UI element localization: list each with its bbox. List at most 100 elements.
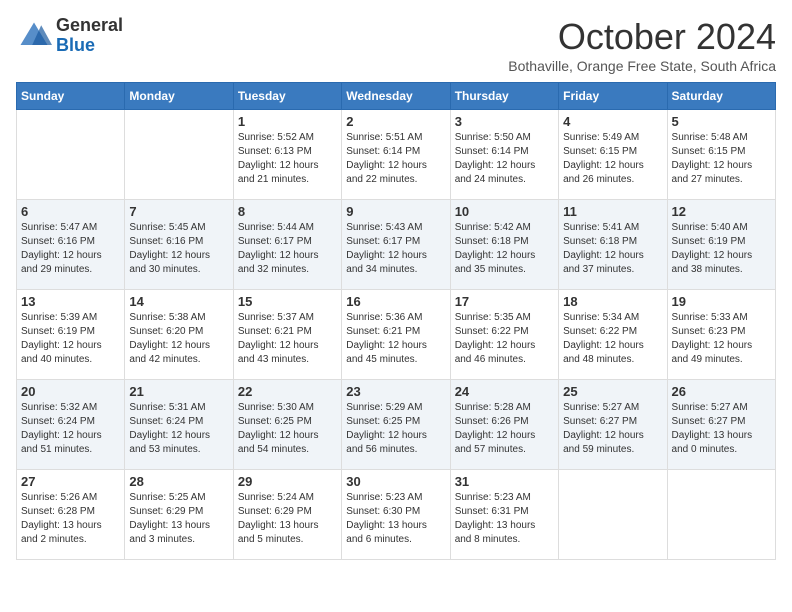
day-info: Sunrise: 5:23 AM Sunset: 6:31 PM Dayligh… [455, 491, 554, 547]
calendar-cell: 31Sunrise: 5:23 AM Sunset: 6:31 PM Dayli… [450, 470, 558, 560]
day-number: 3 [455, 114, 554, 129]
day-info: Sunrise: 5:44 AM Sunset: 6:17 PM Dayligh… [238, 221, 337, 277]
day-info: Sunrise: 5:48 AM Sunset: 6:15 PM Dayligh… [672, 131, 771, 187]
day-number: 4 [563, 114, 662, 129]
day-info: Sunrise: 5:29 AM Sunset: 6:25 PM Dayligh… [346, 401, 445, 457]
day-number: 18 [563, 294, 662, 309]
day-info: Sunrise: 5:32 AM Sunset: 6:24 PM Dayligh… [21, 401, 120, 457]
day-number: 12 [672, 204, 771, 219]
day-info: Sunrise: 5:25 AM Sunset: 6:29 PM Dayligh… [129, 491, 228, 547]
weekday-header-thursday: Thursday [450, 83, 558, 110]
day-number: 22 [238, 384, 337, 399]
day-info: Sunrise: 5:38 AM Sunset: 6:20 PM Dayligh… [129, 311, 228, 367]
day-info: Sunrise: 5:41 AM Sunset: 6:18 PM Dayligh… [563, 221, 662, 277]
day-number: 15 [238, 294, 337, 309]
day-info: Sunrise: 5:27 AM Sunset: 6:27 PM Dayligh… [672, 401, 771, 457]
day-number: 28 [129, 474, 228, 489]
day-number: 13 [21, 294, 120, 309]
weekday-header-wednesday: Wednesday [342, 83, 450, 110]
day-info: Sunrise: 5:24 AM Sunset: 6:29 PM Dayligh… [238, 491, 337, 547]
page-header: General Blue October 2024 Bothaville, Or… [16, 16, 776, 74]
day-number: 1 [238, 114, 337, 129]
day-number: 16 [346, 294, 445, 309]
calendar-week-row: 6 Sunrise: 5:47 AM Sunset: 6:16 PM Daylig… [17, 200, 776, 290]
calendar-cell: 25 Sunrise: 5:27 AM Sunset: 6:27 PM Dayli… [559, 380, 667, 470]
calendar-cell: 23 Sunrise: 5:29 AM Sunset: 6:25 PM Dayli… [342, 380, 450, 470]
calendar-cell [559, 470, 667, 560]
day-number: 7 [129, 204, 228, 219]
day-info: Sunrise: 5:45 AM Sunset: 6:16 PM Dayligh… [129, 221, 228, 277]
calendar-cell: 28 Sunrise: 5:25 AM Sunset: 6:29 PM Dayli… [125, 470, 233, 560]
calendar-cell: 21Sunrise: 5:31 AM Sunset: 6:24 PM Dayli… [125, 380, 233, 470]
calendar-header-row: SundayMondayTuesdayWednesdayThursdayFrid… [17, 83, 776, 110]
day-info: Sunrise: 5:49 AM Sunset: 6:15 PM Dayligh… [563, 131, 662, 187]
weekday-header-monday: Monday [125, 83, 233, 110]
logo-icon [16, 18, 52, 54]
day-info: Sunrise: 5:27 AM Sunset: 6:27 PM Dayligh… [563, 401, 662, 457]
calendar-cell: 5 Sunrise: 5:48 AM Sunset: 6:15 PM Daylig… [667, 110, 775, 200]
calendar-cell: 11 Sunrise: 5:41 AM Sunset: 6:18 PM Dayli… [559, 200, 667, 290]
calendar-cell: 10Sunrise: 5:42 AM Sunset: 6:18 PM Dayli… [450, 200, 558, 290]
calendar-cell: 4 Sunrise: 5:49 AM Sunset: 6:15 PM Daylig… [559, 110, 667, 200]
calendar-cell: 8 Sunrise: 5:44 AM Sunset: 6:17 PM Daylig… [233, 200, 341, 290]
weekday-header-tuesday: Tuesday [233, 83, 341, 110]
day-info: Sunrise: 5:43 AM Sunset: 6:17 PM Dayligh… [346, 221, 445, 277]
calendar-cell: 26Sunrise: 5:27 AM Sunset: 6:27 PM Dayli… [667, 380, 775, 470]
calendar-week-row: 13 Sunrise: 5:39 AM Sunset: 6:19 PM Dayli… [17, 290, 776, 380]
calendar-cell: 9 Sunrise: 5:43 AM Sunset: 6:17 PM Daylig… [342, 200, 450, 290]
logo: General Blue [16, 16, 123, 56]
day-number: 6 [21, 204, 120, 219]
day-info: Sunrise: 5:31 AM Sunset: 6:24 PM Dayligh… [129, 401, 228, 457]
calendar-cell: 17 Sunrise: 5:35 AM Sunset: 6:22 PM Dayli… [450, 290, 558, 380]
day-info: Sunrise: 5:39 AM Sunset: 6:19 PM Dayligh… [21, 311, 120, 367]
calendar-cell [125, 110, 233, 200]
day-info: Sunrise: 5:30 AM Sunset: 6:25 PM Dayligh… [238, 401, 337, 457]
day-number: 9 [346, 204, 445, 219]
day-number: 29 [238, 474, 337, 489]
day-number: 20 [21, 384, 120, 399]
day-number: 24 [455, 384, 554, 399]
calendar-cell: 12 Sunrise: 5:40 AM Sunset: 6:19 PM Dayli… [667, 200, 775, 290]
day-info: Sunrise: 5:28 AM Sunset: 6:26 PM Dayligh… [455, 401, 554, 457]
calendar-cell: 1 Sunrise: 5:52 AM Sunset: 6:13 PM Daylig… [233, 110, 341, 200]
calendar-cell: 30 Sunrise: 5:23 AM Sunset: 6:30 PM Dayli… [342, 470, 450, 560]
day-number: 23 [346, 384, 445, 399]
day-number: 10 [455, 204, 554, 219]
logo-general: General [56, 15, 123, 35]
calendar-cell: 13 Sunrise: 5:39 AM Sunset: 6:19 PM Dayli… [17, 290, 125, 380]
day-number: 2 [346, 114, 445, 129]
day-number: 8 [238, 204, 337, 219]
day-number: 17 [455, 294, 554, 309]
weekday-header-sunday: Sunday [17, 83, 125, 110]
calendar-cell: 6 Sunrise: 5:47 AM Sunset: 6:16 PM Daylig… [17, 200, 125, 290]
day-info: Sunrise: 5:50 AM Sunset: 6:14 PM Dayligh… [455, 131, 554, 187]
day-number: 30 [346, 474, 445, 489]
calendar-cell [17, 110, 125, 200]
day-number: 25 [563, 384, 662, 399]
day-info: Sunrise: 5:52 AM Sunset: 6:13 PM Dayligh… [238, 131, 337, 187]
logo-blue: Blue [56, 35, 95, 55]
calendar-cell [667, 470, 775, 560]
day-number: 27 [21, 474, 120, 489]
day-info: Sunrise: 5:40 AM Sunset: 6:19 PM Dayligh… [672, 221, 771, 277]
weekday-header-friday: Friday [559, 83, 667, 110]
calendar-cell: 14 Sunrise: 5:38 AM Sunset: 6:20 PM Dayli… [125, 290, 233, 380]
day-number: 5 [672, 114, 771, 129]
day-number: 11 [563, 204, 662, 219]
day-info: Sunrise: 5:23 AM Sunset: 6:30 PM Dayligh… [346, 491, 445, 547]
day-info: Sunrise: 5:47 AM Sunset: 6:16 PM Dayligh… [21, 221, 120, 277]
calendar-cell: 24 Sunrise: 5:28 AM Sunset: 6:26 PM Dayli… [450, 380, 558, 470]
logo-text: General Blue [56, 16, 123, 56]
calendar-cell: 27Sunrise: 5:26 AM Sunset: 6:28 PM Dayli… [17, 470, 125, 560]
location-subtitle: Bothaville, Orange Free State, South Afr… [508, 58, 776, 74]
day-info: Sunrise: 5:35 AM Sunset: 6:22 PM Dayligh… [455, 311, 554, 367]
weekday-header-saturday: Saturday [667, 83, 775, 110]
day-info: Sunrise: 5:36 AM Sunset: 6:21 PM Dayligh… [346, 311, 445, 367]
calendar-week-row: 20 Sunrise: 5:32 AM Sunset: 6:24 PM Dayli… [17, 380, 776, 470]
day-info: Sunrise: 5:37 AM Sunset: 6:21 PM Dayligh… [238, 311, 337, 367]
calendar-cell: 3 Sunrise: 5:50 AM Sunset: 6:14 PM Daylig… [450, 110, 558, 200]
calendar-week-row: 27Sunrise: 5:26 AM Sunset: 6:28 PM Dayli… [17, 470, 776, 560]
day-number: 14 [129, 294, 228, 309]
calendar-cell: 15 Sunrise: 5:37 AM Sunset: 6:21 PM Dayli… [233, 290, 341, 380]
calendar-cell: 22 Sunrise: 5:30 AM Sunset: 6:25 PM Dayli… [233, 380, 341, 470]
